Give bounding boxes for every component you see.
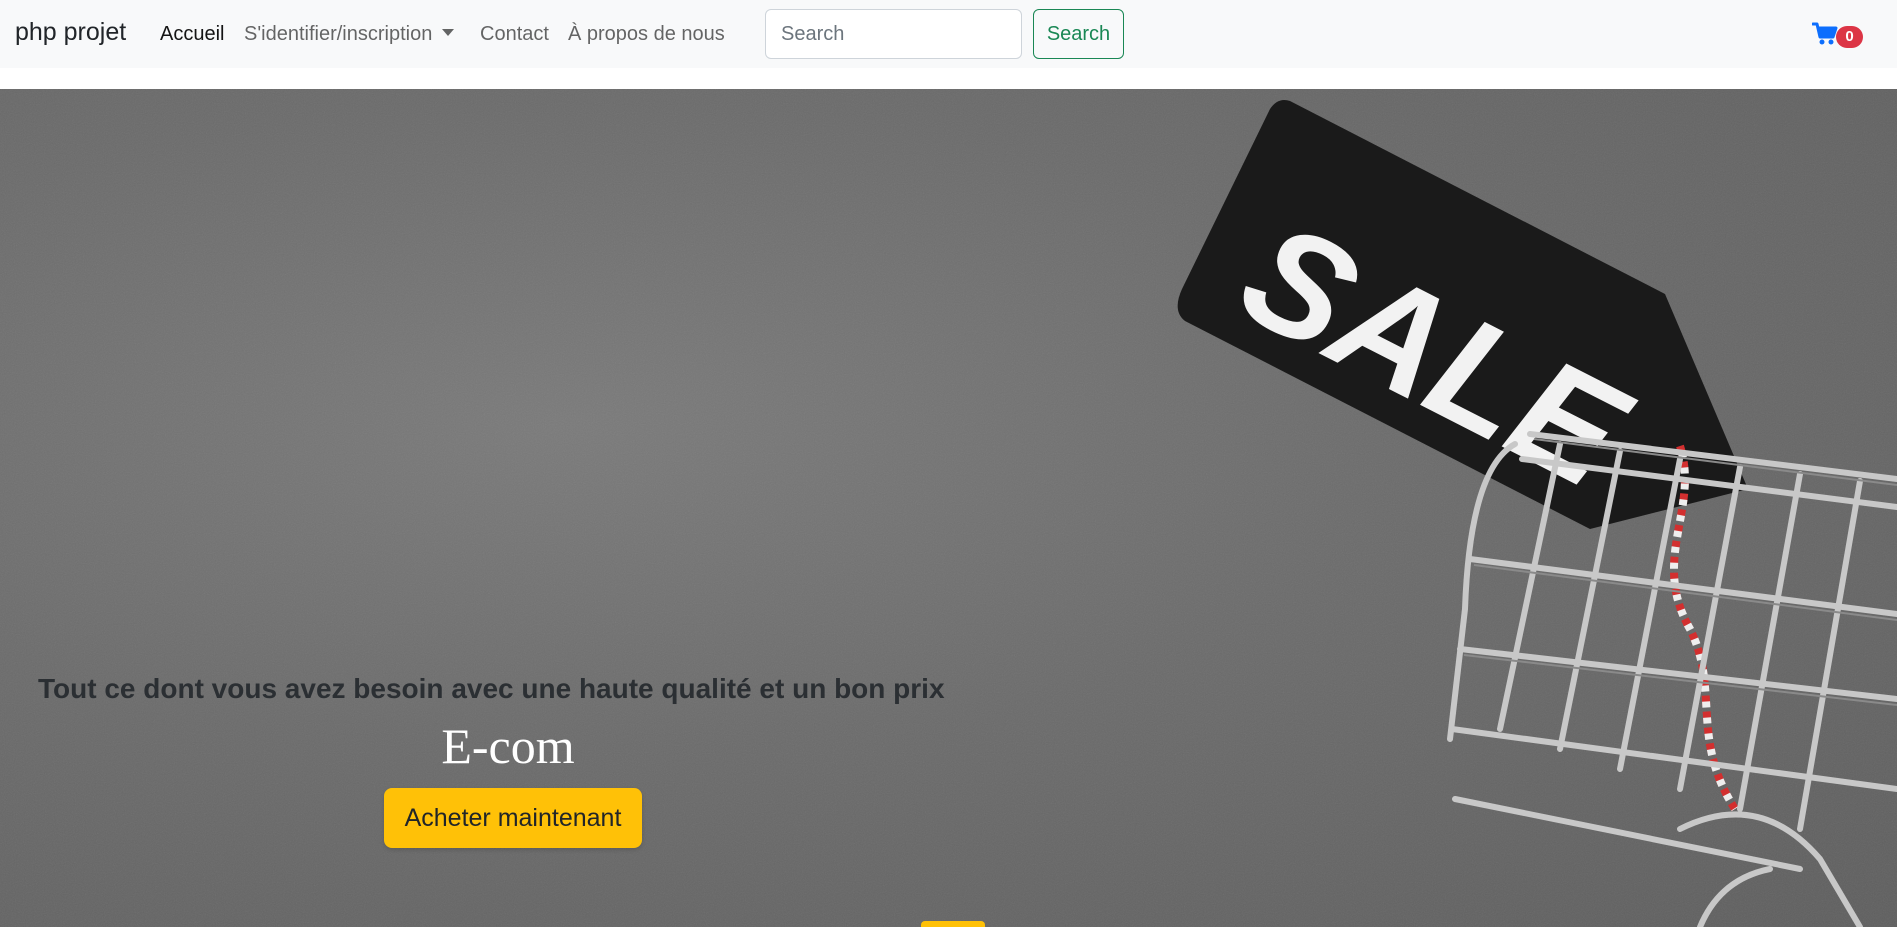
hero-tagline: Tout ce dont vous avez besoin avec une h…	[38, 673, 945, 704]
nav-dropdown-identifier[interactable]: S'identifier/inscription	[244, 23, 455, 46]
hero-image: SALE	[0, 89, 1897, 927]
cart-button[interactable]: 0	[1812, 22, 1864, 48]
cart-icon	[1812, 22, 1838, 45]
buy-now-button[interactable]: Acheter maintenant	[384, 788, 642, 848]
hero-carousel: SALE Tout ce dont vous avez besoin avec …	[0, 89, 1897, 927]
carousel-indicator[interactable]	[921, 921, 985, 927]
search-button[interactable]: Search	[1033, 9, 1124, 59]
nav-link-about[interactable]: À propos de nous	[568, 23, 725, 46]
hero-title: E-com	[441, 718, 575, 774]
nav-link-contact[interactable]: Contact	[480, 23, 549, 46]
chevron-down-icon	[442, 29, 455, 36]
brand-logo[interactable]: php projet	[15, 18, 126, 47]
navbar: php projet Accueil S'identifier/inscript…	[0, 0, 1897, 68]
nav-dropdown-label: S'identifier/inscription	[244, 23, 433, 45]
nav-link-accueil[interactable]: Accueil	[160, 23, 224, 46]
cart-count-badge: 0	[1836, 26, 1863, 48]
search-input[interactable]	[765, 9, 1022, 59]
